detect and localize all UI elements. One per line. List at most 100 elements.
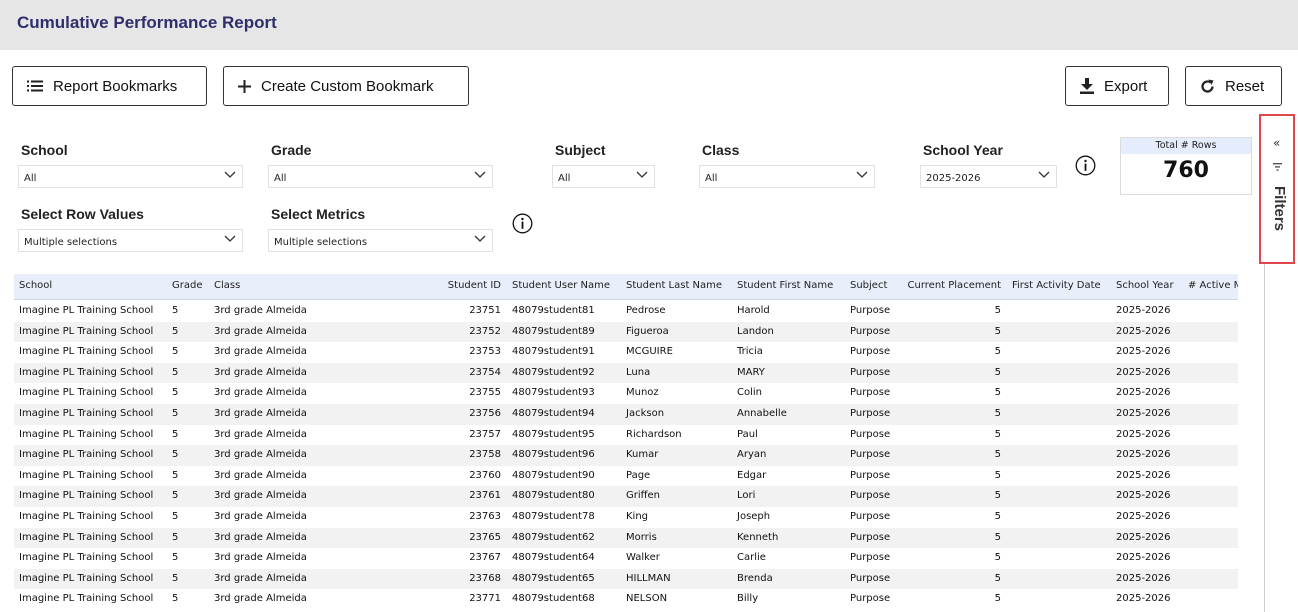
- table-row[interactable]: Imagine PL Training School 5 3rd grade Alm…: [14, 445, 1239, 466]
- refresh-icon: [1201, 79, 1214, 93]
- metrics-select[interactable]: Multiple selections: [268, 229, 493, 252]
- cell-grade: 5: [172, 593, 179, 605]
- column-header-subject[interactable]: Subject: [850, 280, 887, 291]
- report-bookmarks-button[interactable]: Report Bookmarks: [12, 66, 207, 106]
- info-icon[interactable]: [1075, 155, 1096, 176]
- table-row[interactable]: Imagine PL Training School 5 3rd grade Alm…: [14, 425, 1239, 446]
- table-row[interactable]: Imagine PL Training School 5 3rd grade Alm…: [14, 362, 1239, 384]
- cell-first-name: Kenneth: [737, 531, 779, 543]
- cell-grade: 5: [172, 346, 179, 358]
- cell-class: 3rd grade Almeida: [214, 469, 307, 481]
- table-row[interactable]: Imagine PL Training School 5 3rd grade Alm…: [14, 589, 1239, 610]
- cell-current-placement: 5: [994, 572, 1001, 584]
- info-icon[interactable]: [512, 213, 533, 234]
- table-row[interactable]: Imagine PL Training School 5 3rd grade Alm…: [14, 383, 1239, 404]
- cell-school: Imagine PL Training School: [19, 325, 154, 337]
- cell-user-name: 48079student62: [512, 531, 595, 543]
- column-header-first-activity-date[interactable]: First Activity Date: [1012, 280, 1101, 291]
- cell-last-name: Page: [626, 469, 651, 481]
- column-header-class[interactable]: Class: [214, 280, 240, 291]
- cell-school-year: 2025-2026: [1116, 428, 1171, 440]
- cell-grade: 5: [172, 366, 179, 378]
- cell-grade: 5: [172, 408, 179, 419]
- total-rows-value: 760: [1163, 158, 1209, 183]
- export-button[interactable]: Export: [1065, 66, 1169, 106]
- column-header-school-year[interactable]: School Year: [1116, 280, 1174, 291]
- cell-student-id: 23751: [469, 305, 501, 316]
- school-select[interactable]: All: [18, 165, 243, 188]
- cell-class: 3rd grade Almeida: [214, 593, 307, 605]
- column-header-student-id[interactable]: Student ID: [448, 280, 501, 291]
- cell-grade: 5: [172, 469, 179, 481]
- table-row[interactable]: Imagine PL Training School 5 3rd grade Alm…: [14, 342, 1239, 363]
- cell-student-id: 23753: [469, 346, 501, 358]
- subject-select[interactable]: All: [552, 165, 655, 188]
- cell-class: 3rd grade Almeida: [214, 531, 307, 543]
- cell-school: Imagine PL Training School: [19, 593, 154, 605]
- create-custom-bookmark-button[interactable]: Create Custom Bookmark: [223, 66, 469, 106]
- cell-subject: Purpose: [850, 552, 891, 564]
- cell-subject: Purpose: [850, 469, 891, 481]
- column-header-student-first-name[interactable]: Student First Name: [737, 280, 833, 291]
- class-select[interactable]: All: [699, 165, 875, 188]
- cell-current-placement: 5: [994, 428, 1001, 440]
- cell-school: Imagine PL Training School: [19, 490, 154, 502]
- table-row[interactable]: Imagine PL Training School 5 3rd grade Alm…: [14, 404, 1239, 425]
- filters-pane-toggle[interactable]: « Filters: [1259, 114, 1295, 264]
- cell-grade: 5: [172, 387, 179, 399]
- cell-school-year: 2025-2026: [1116, 387, 1171, 399]
- cell-subject: Purpose: [850, 511, 891, 522]
- cell-student-id: 23765: [469, 531, 501, 543]
- cell-student-id: 23758: [469, 449, 501, 461]
- cell-class: 3rd grade Almeida: [214, 387, 307, 399]
- school-year-filter-label: School Year: [923, 142, 1003, 158]
- chevron-down-icon: [1038, 171, 1050, 178]
- column-header-current-placement[interactable]: Current Placement: [908, 280, 1001, 291]
- cell-current-placement: 5: [994, 469, 1001, 481]
- cell-current-placement: 5: [994, 552, 1001, 564]
- table-row[interactable]: Imagine PL Training School 5 3rd grade Alm…: [14, 301, 1239, 322]
- cell-last-name: Figueroa: [626, 325, 669, 337]
- table-row[interactable]: Imagine PL Training School 5 3rd grade Alm…: [14, 548, 1239, 569]
- cell-school-year: 2025-2026: [1116, 531, 1171, 543]
- cell-school-year: 2025-2026: [1116, 305, 1171, 316]
- cell-last-name: NELSON: [626, 593, 668, 605]
- table-row[interactable]: Imagine PL Training School 5 3rd grade Alm…: [14, 466, 1239, 487]
- double-chevron-left-icon[interactable]: «: [1273, 136, 1280, 150]
- chevron-down-icon: [856, 171, 868, 178]
- table-row[interactable]: Imagine PL Training School 5 3rd grade Alm…: [14, 486, 1239, 507]
- cell-current-placement: 5: [994, 593, 1001, 605]
- cell-student-id: 23754: [469, 366, 501, 378]
- grade-select[interactable]: All: [268, 165, 493, 188]
- column-header-grade[interactable]: Grade: [172, 280, 203, 291]
- class-filter-label: Class: [702, 142, 740, 158]
- cell-first-name: Edgar: [737, 469, 767, 481]
- table-row[interactable]: Imagine PL Training School 5 3rd grade Alm…: [14, 527, 1239, 549]
- row-values-select-value: Multiple selections: [24, 237, 118, 248]
- column-header-student-user-name[interactable]: Student User Name: [512, 280, 610, 291]
- chevron-down-icon: [474, 171, 486, 178]
- table-edge-mask: [1238, 274, 1264, 612]
- table-row[interactable]: Imagine PL Training School 5 3rd grade Alm…: [14, 321, 1239, 343]
- reset-button[interactable]: Reset: [1185, 66, 1282, 106]
- cell-class: 3rd grade Almeida: [214, 305, 307, 316]
- cell-last-name: Jackson: [626, 408, 665, 419]
- column-header-active-minutes[interactable]: # Active M: [1188, 280, 1239, 291]
- cell-school-year: 2025-2026: [1116, 325, 1171, 337]
- table-row[interactable]: Imagine PL Training School 5 3rd grade Alm…: [14, 507, 1239, 528]
- cell-school-year: 2025-2026: [1116, 572, 1171, 584]
- table-row[interactable]: Imagine PL Training School 5 3rd grade Alm…: [14, 568, 1239, 590]
- school-year-select[interactable]: 2025-2026: [920, 165, 1057, 188]
- cell-first-name: Annabelle: [737, 408, 787, 419]
- cell-class: 3rd grade Almeida: [214, 511, 307, 522]
- column-header-student-last-name[interactable]: Student Last Name: [626, 280, 722, 291]
- cell-student-id: 23763: [469, 511, 501, 522]
- cell-school: Imagine PL Training School: [19, 346, 154, 358]
- cell-grade: 5: [172, 572, 179, 584]
- row-values-select[interactable]: Multiple selections: [18, 229, 243, 252]
- cell-first-name: Colin: [737, 387, 762, 399]
- cell-first-name: Paul: [737, 428, 758, 440]
- column-header-school[interactable]: School: [19, 280, 52, 291]
- cell-school: Imagine PL Training School: [19, 511, 154, 522]
- cell-user-name: 48079student92: [512, 366, 595, 378]
